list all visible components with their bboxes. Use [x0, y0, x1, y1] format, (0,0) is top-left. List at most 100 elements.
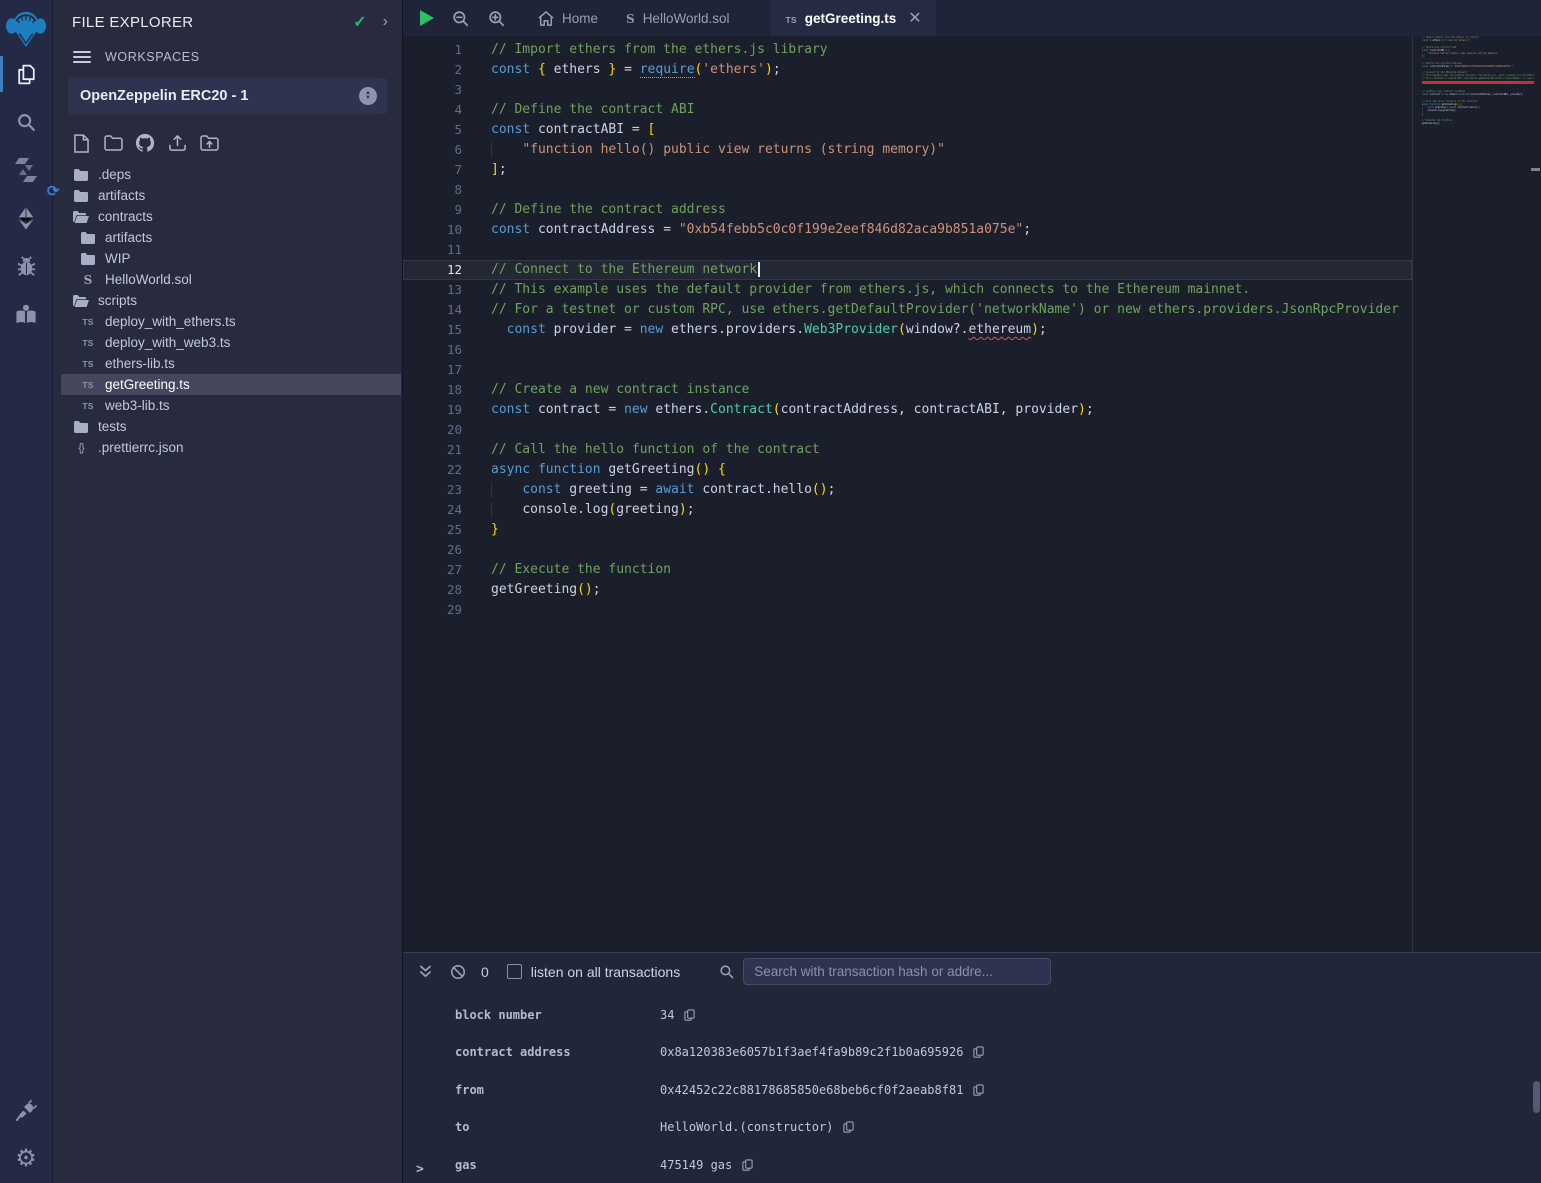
- close-tab-icon[interactable]: ✕: [908, 8, 921, 28]
- tab-HelloWorld.sol[interactable]: SHelloWorld.sol: [612, 0, 743, 36]
- new-folder-icon[interactable]: [102, 132, 124, 154]
- code-line-12[interactable]: 12// Connect to the Ethereum network: [403, 260, 1412, 280]
- terminal-search-input[interactable]: [743, 958, 1051, 985]
- code-line-23[interactable]: 23 const greeting = await contract.hello…: [403, 480, 1412, 500]
- sidebar-item-file-explorer[interactable]: [0, 50, 53, 98]
- code-line-4[interactable]: 4// Define the contract ABI: [403, 100, 1412, 120]
- code-line-13[interactable]: 13// This example uses the default provi…: [403, 280, 1412, 300]
- file-name: contracts: [98, 209, 153, 224]
- minimap[interactable]: // Import ethers from the ethers.js libr…: [1422, 36, 1534, 128]
- tree-item-HelloWorld.sol[interactable]: SHelloWorld.sol: [61, 269, 401, 290]
- code-line-5[interactable]: 5const contractABI = [: [403, 120, 1412, 140]
- code-line-27[interactable]: 27// Execute the function: [403, 560, 1412, 580]
- row-value: 34: [660, 1008, 674, 1022]
- clear-console-icon[interactable]: [448, 964, 468, 980]
- line-number: 8: [403, 180, 462, 200]
- sidebar-item-settings[interactable]: ⚙: [0, 1135, 53, 1183]
- copy-icon[interactable]: [973, 1084, 984, 1096]
- line-number: 20: [403, 420, 462, 440]
- code-line-11[interactable]: 11: [403, 240, 1412, 260]
- tree-item-tests[interactable]: tests: [61, 416, 401, 437]
- code-line-24[interactable]: 24 console.log(greeting);: [403, 500, 1412, 520]
- sidebar-item-search[interactable]: [0, 98, 53, 146]
- sidebar-item-plugin-manager[interactable]: [0, 1087, 53, 1135]
- file-name: .prettierrc.json: [98, 440, 184, 455]
- tab-Home[interactable]: Home: [524, 0, 612, 36]
- line-number: 21: [403, 440, 462, 460]
- copy-icon[interactable]: [843, 1121, 854, 1133]
- file-type-icon: TS: [80, 380, 96, 390]
- tree-item-.deps[interactable]: .deps: [61, 164, 401, 185]
- line-number: 27: [403, 560, 462, 580]
- line-number: 12: [403, 260, 462, 280]
- tree-item-web3-lib.ts[interactable]: TSweb3-lib.ts: [61, 395, 401, 416]
- code-line-26[interactable]: 26: [403, 540, 1412, 560]
- code-line-18[interactable]: 18// Create a new contract instance: [403, 380, 1412, 400]
- code-line-25[interactable]: 25}: [403, 520, 1412, 540]
- file-name: .deps: [98, 167, 131, 182]
- tree-item-artifacts[interactable]: artifacts: [61, 227, 401, 248]
- listen-transactions-checkbox[interactable]: [507, 964, 522, 979]
- code-line-17[interactable]: 17: [403, 360, 1412, 380]
- tree-item-WIP[interactable]: WIP: [61, 248, 401, 269]
- code-line-15[interactable]: 15 const provider = new ethers.providers…: [403, 320, 1412, 340]
- copy-icon[interactable]: [684, 1009, 695, 1021]
- code-line-9[interactable]: 9// Define the contract address: [403, 200, 1412, 220]
- tree-item-.prettierrc.json[interactable]: { }.prettierrc.json: [61, 437, 401, 458]
- code-line-2[interactable]: 2const { ethers } = require('ethers');: [403, 60, 1412, 80]
- chevron-right-icon[interactable]: ›: [383, 13, 388, 31]
- sidebar-item-debugger[interactable]: [0, 242, 53, 290]
- code-line-19[interactable]: 19const contract = new ethers.Contract(c…: [403, 400, 1412, 420]
- hamburger-menu-icon[interactable]: [73, 51, 91, 63]
- new-file-icon[interactable]: [70, 132, 92, 154]
- code-line-7[interactable]: 7];: [403, 160, 1412, 180]
- sidebar-item-deploy-and-run[interactable]: [0, 194, 53, 242]
- copy-icon[interactable]: [973, 1046, 984, 1058]
- line-number: 14: [403, 300, 462, 320]
- run-script-button[interactable]: [420, 10, 434, 26]
- line-number: 24: [403, 500, 462, 520]
- code-line-21[interactable]: 21// Call the hello function of the cont…: [403, 440, 1412, 460]
- code-line-6[interactable]: 6 "function hello() public view returns …: [403, 140, 1412, 160]
- row-label: from: [455, 1083, 660, 1097]
- code-line-14[interactable]: 14// For a testnet or custom RPC, use et…: [403, 300, 1412, 320]
- tree-item-getGreeting.ts[interactable]: TSgetGreeting.ts: [61, 374, 401, 395]
- terminal-scrollbar[interactable]: [1533, 1081, 1540, 1113]
- zoom-in-icon[interactable]: [487, 9, 506, 28]
- tree-item-contracts[interactable]: contracts: [61, 206, 401, 227]
- code-line-29[interactable]: 29: [403, 600, 1412, 620]
- code-line-8[interactable]: 8: [403, 180, 1412, 200]
- tree-item-ethers-lib.ts[interactable]: TSethers-lib.ts: [61, 353, 401, 374]
- sidebar-item-solidity-compiler[interactable]: ⟳: [0, 146, 53, 194]
- line-number: 17: [403, 360, 462, 380]
- tab-getGreeting.ts[interactable]: TSgetGreeting.ts✕: [771, 0, 935, 36]
- line-number: 22: [403, 460, 462, 480]
- code-line-20[interactable]: 20: [403, 420, 1412, 440]
- file-name: deploy_with_ethers.ts: [105, 314, 236, 329]
- workspace-select[interactable]: OpenZeppelin ERC20 - 1 ▲▼: [68, 78, 387, 114]
- copy-icon[interactable]: [742, 1159, 753, 1171]
- search-icon: [15, 111, 37, 133]
- code-line-1[interactable]: 1// Import ethers from the ethers.js lib…: [403, 40, 1412, 60]
- github-icon[interactable]: [134, 132, 156, 154]
- tree-item-deploy_with_ethers.ts[interactable]: TSdeploy_with_ethers.ts: [61, 311, 401, 332]
- code-line-22[interactable]: 22async function getGreeting() {: [403, 460, 1412, 480]
- workspace-stepper-icon[interactable]: ▲▼: [359, 87, 377, 105]
- terminal-prompt[interactable]: >: [416, 1162, 424, 1177]
- line-number: 13: [403, 280, 462, 300]
- code-line-10[interactable]: 10const contractAddress = "0xb54febb5c0c…: [403, 220, 1412, 240]
- tree-item-deploy_with_web3.ts[interactable]: TSdeploy_with_web3.ts: [61, 332, 401, 353]
- tree-item-artifacts[interactable]: artifacts: [61, 185, 401, 206]
- collapse-terminal-icon[interactable]: [415, 964, 435, 979]
- upload-folder-icon[interactable]: [198, 132, 220, 154]
- file-type-icon: TS: [80, 359, 96, 369]
- code-line-28[interactable]: 28getGreeting();: [403, 580, 1412, 600]
- code-editor[interactable]: 1// Import ethers from the ethers.js lib…: [403, 36, 1541, 952]
- terminal-row-contract-address: contract address0x8a120383e6057b1f3aef4f…: [403, 1034, 1541, 1072]
- tree-item-scripts[interactable]: scripts: [61, 290, 401, 311]
- code-line-3[interactable]: 3: [403, 80, 1412, 100]
- zoom-out-icon[interactable]: [451, 9, 470, 28]
- sidebar-item-learneth[interactable]: [0, 290, 53, 338]
- code-line-16[interactable]: 16: [403, 340, 1412, 360]
- upload-file-icon[interactable]: [166, 132, 188, 154]
